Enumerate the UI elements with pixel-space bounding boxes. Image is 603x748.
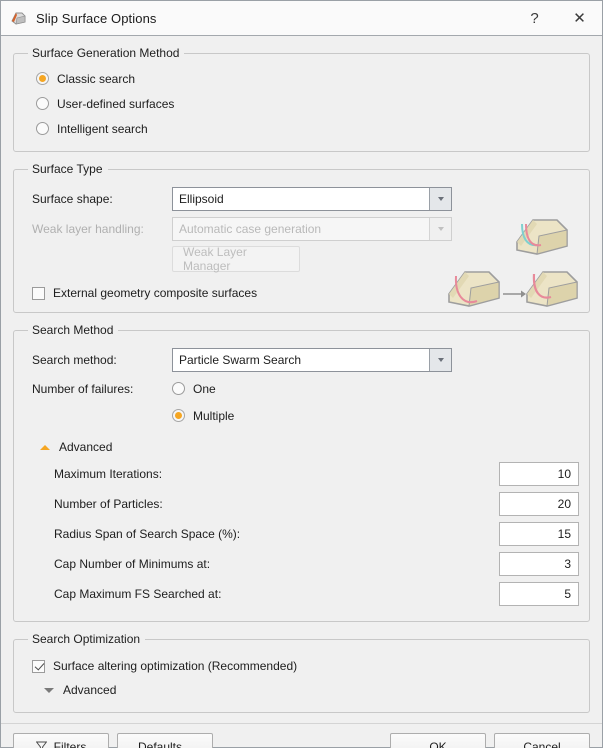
search-optimization-advanced-expander[interactable]: Advanced [44, 678, 579, 702]
radio-user-defined-surfaces-label: User-defined surfaces [57, 96, 175, 111]
weak-layer-handling-select: Automatic case generation [172, 217, 452, 241]
surface-shape-select[interactable]: Ellipsoid [172, 187, 452, 211]
surface-generation-method-group: Surface Generation Method Classic search… [13, 46, 590, 152]
radio-intelligent-search-indicator[interactable] [36, 122, 49, 135]
title-bar-buttons: ? ✕ [512, 1, 602, 35]
chevron-down-icon [429, 218, 451, 240]
radio-classic-search-label: Classic search [57, 71, 136, 86]
advanced-field-cap-maximum-fs-input[interactable]: 5 [499, 582, 579, 606]
radio-user-defined-surfaces-indicator[interactable] [36, 97, 49, 110]
search-method-group: Search Method Search method: Particle Sw… [13, 323, 590, 622]
surface-altering-optimization-label: Surface altering optimization (Recommend… [53, 659, 298, 673]
radio-failures-multiple-indicator[interactable] [172, 409, 185, 422]
ok-button[interactable]: OK [390, 733, 486, 748]
chevron-down-icon[interactable] [429, 349, 451, 371]
search-method-row: Search method: Particle Swarm Search [32, 345, 579, 375]
search-method-legend: Search Method [32, 323, 114, 337]
weak-layer-handling-row: Weak layer handling: Automatic case gene… [32, 214, 579, 244]
window-title: Slip Surface Options [36, 10, 157, 26]
external-geometry-checkbox-indicator[interactable] [32, 286, 45, 300]
radio-failures-one-label: One [193, 381, 216, 396]
advanced-field-radius-span: Radius Span of Search Space (%): 15 [24, 519, 579, 549]
external-geometry-checkbox-label: External geometry composite surfaces [53, 286, 258, 300]
number-of-failures-label: Number of failures: [32, 381, 134, 396]
surface-altering-optimization-row[interactable]: Surface altering optimization (Recommend… [32, 654, 579, 678]
radio-failures-one[interactable]: One [172, 376, 216, 401]
surface-altering-optimization-checkbox[interactable] [32, 659, 45, 673]
advanced-field-cap-number-of-minimums-input[interactable]: 3 [499, 552, 579, 576]
external-geometry-checkbox-row[interactable]: External geometry composite surfaces [32, 286, 579, 300]
weak-layer-handling-value: Automatic case generation [179, 222, 322, 236]
radio-intelligent-search[interactable]: Intelligent search [36, 116, 579, 141]
advanced-field-cap-maximum-fs-label: Cap Maximum FS Searched at: [54, 587, 222, 601]
search-method-advanced-expander[interactable]: Advanced [40, 435, 579, 459]
advanced-field-radius-span-label: Radius Span of Search Space (%): [54, 527, 241, 541]
dialog-content: Surface Generation Method Classic search… [1, 36, 602, 723]
filter-icon [35, 741, 47, 748]
title-bar: Slip Surface Options ? ✕ [1, 1, 602, 36]
radio-failures-multiple[interactable]: Multiple [172, 403, 234, 428]
filters-button[interactable]: Filters [13, 733, 109, 748]
surface-shape-label: Surface shape: [32, 192, 113, 206]
number-of-failures-multiple-row: Multiple [32, 402, 579, 429]
dialog-footer: Filters Defaults... OK Cancel [1, 723, 602, 748]
close-button[interactable]: ✕ [557, 1, 602, 35]
search-method-label: Search method: [32, 353, 117, 367]
advanced-field-number-of-particles-label: Number of Particles: [54, 497, 163, 511]
search-optimization-legend: Search Optimization [32, 632, 141, 646]
radio-failures-one-indicator[interactable] [172, 382, 185, 395]
advanced-field-maximum-iterations-label: Maximum Iterations: [54, 467, 163, 481]
advanced-field-radius-span-input[interactable]: 15 [499, 522, 579, 546]
advanced-field-number-of-particles-input[interactable]: 20 [499, 492, 579, 516]
radio-classic-search[interactable]: Classic search [36, 66, 579, 91]
slope-surface-icon [10, 9, 28, 27]
advanced-field-maximum-iterations: Maximum Iterations: 10 [24, 459, 579, 489]
radio-classic-search-indicator[interactable] [36, 72, 49, 85]
weak-layer-manager-button: Weak Layer Manager [172, 245, 300, 273]
number-of-failures-row: Number of failures: One [32, 375, 579, 402]
surface-generation-method-legend: Surface Generation Method [32, 46, 180, 60]
advanced-field-cap-maximum-fs: Cap Maximum FS Searched at: 5 [24, 579, 579, 609]
search-method-select[interactable]: Particle Swarm Search [172, 348, 452, 372]
search-optimization-advanced-label: Advanced [63, 683, 117, 697]
weak-layer-manager-row: Weak Layer Manager [32, 244, 579, 274]
filters-button-label: Filters [53, 739, 87, 748]
search-optimization-group: Search Optimization Surface altering opt… [13, 632, 590, 713]
defaults-button[interactable]: Defaults... [117, 733, 213, 748]
radio-failures-multiple-label: Multiple [193, 408, 235, 423]
chevron-down-icon[interactable] [44, 687, 54, 693]
slip-surface-options-dialog: Slip Surface Options ? ✕ Surface Generat… [0, 0, 603, 748]
surface-shape-value: Ellipsoid [179, 192, 224, 206]
surface-shape-row: Surface shape: Ellipsoid [32, 184, 579, 214]
radio-user-defined-surfaces[interactable]: User-defined surfaces [36, 91, 579, 116]
search-method-advanced-label: Advanced [59, 440, 113, 454]
advanced-field-cap-number-of-minimums: Cap Number of Minimums at: 3 [24, 549, 579, 579]
help-button[interactable]: ? [512, 1, 557, 35]
cancel-button[interactable]: Cancel [494, 733, 590, 748]
advanced-field-maximum-iterations-input[interactable]: 10 [499, 462, 579, 486]
advanced-field-number-of-particles: Number of Particles: 20 [24, 489, 579, 519]
chevron-down-icon[interactable] [429, 188, 451, 210]
surface-type-group: Surface Type Surface shape: Ellipsoid We… [13, 162, 590, 313]
radio-intelligent-search-label: Intelligent search [57, 121, 148, 136]
surface-type-legend: Surface Type [32, 162, 103, 176]
chevron-up-icon[interactable] [40, 444, 50, 450]
advanced-field-cap-number-of-minimums-label: Cap Number of Minimums at: [54, 557, 211, 571]
weak-layer-handling-label: Weak layer handling: [32, 222, 144, 236]
search-method-value: Particle Swarm Search [179, 353, 302, 367]
